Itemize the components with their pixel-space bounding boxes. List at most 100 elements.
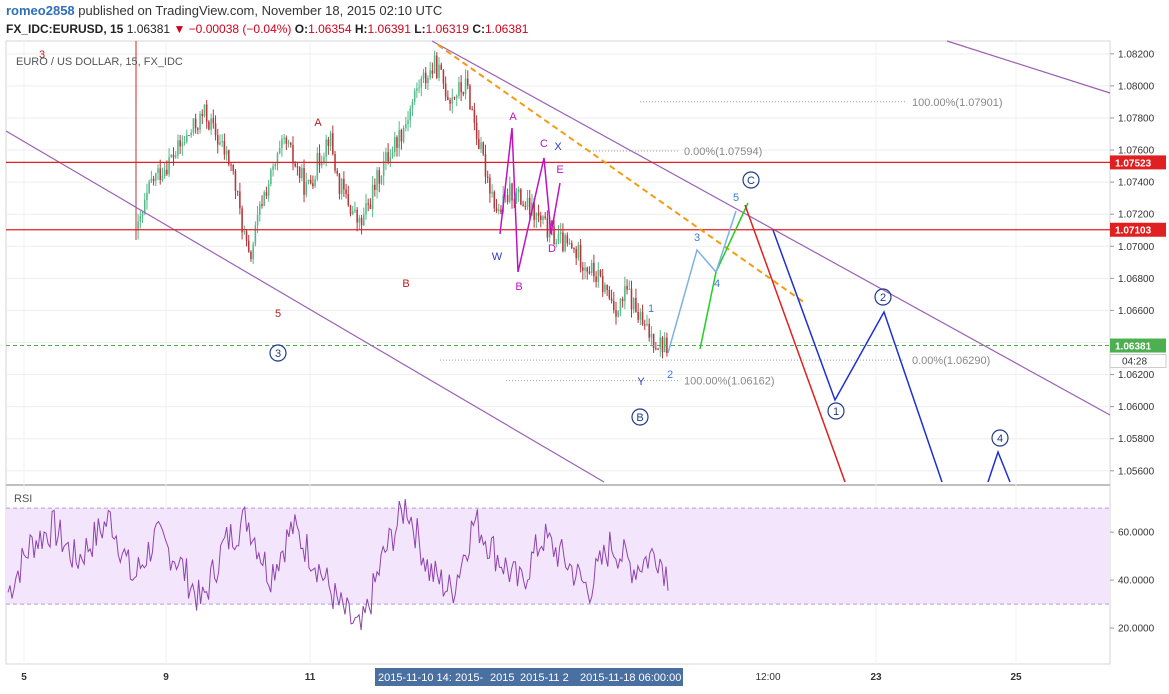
candle-body — [544, 216, 546, 218]
candle-body — [440, 64, 442, 70]
candle-body — [356, 209, 358, 223]
candle-body — [148, 181, 150, 193]
wave-label-magenta: W — [492, 251, 503, 263]
candle-body — [152, 178, 155, 181]
wave-label-blue: 3 — [694, 232, 700, 244]
candle-body — [517, 189, 520, 193]
x-tick-label: 12:00 — [755, 672, 780, 683]
candle-body — [462, 92, 465, 95]
candle-body — [420, 78, 423, 88]
candle-body — [429, 70, 431, 78]
candle-body — [385, 152, 387, 162]
candle-body — [411, 101, 414, 109]
candle-body — [254, 225, 257, 245]
candle-body — [214, 123, 217, 136]
candle-body — [312, 183, 314, 187]
candle-body — [535, 212, 538, 221]
candle-body — [624, 286, 626, 302]
candle-body — [540, 215, 542, 221]
candle-body — [405, 124, 407, 128]
candle-body — [608, 289, 611, 299]
candle-body — [188, 135, 190, 137]
candle-body — [546, 217, 549, 238]
wave-label-red: B — [402, 278, 409, 290]
wave-label-blue: 2 — [667, 369, 673, 381]
x-tick-label: 9 — [163, 672, 169, 683]
candle-body — [382, 161, 385, 176]
candle-body — [270, 169, 272, 185]
candle-body — [303, 167, 305, 195]
circled-wave-label: B — [636, 412, 643, 424]
rsi-y-tick-label: 20.0000 — [1118, 624, 1155, 635]
candle-body — [588, 271, 591, 274]
candle-body — [179, 140, 181, 147]
candle-body — [604, 284, 606, 292]
candle-body — [168, 157, 170, 175]
candle-body — [170, 154, 173, 158]
candle-body — [285, 137, 288, 144]
candle-body — [323, 156, 325, 163]
candle-body — [371, 184, 374, 210]
candle-body — [343, 178, 345, 190]
candle-body — [610, 298, 613, 301]
wave-label-magenta: C — [540, 138, 548, 150]
candle-body — [387, 152, 389, 162]
candle-body — [586, 267, 589, 272]
candle-body — [349, 205, 352, 215]
wave-label-red: A — [314, 117, 322, 129]
rsi-title: RSI — [14, 493, 32, 505]
x-tick-label: 23 — [870, 672, 882, 683]
candle-body — [243, 231, 246, 233]
candle-body — [265, 192, 268, 196]
candle-body — [400, 129, 403, 142]
projection-green — [699, 202, 749, 350]
candle-body — [444, 83, 447, 97]
candle-body — [296, 166, 299, 168]
candle-body — [272, 166, 274, 170]
candle-body — [486, 176, 489, 178]
y-tick-label: 1.08200 — [1118, 49, 1155, 60]
candle-body — [449, 100, 451, 104]
candle-body — [259, 204, 261, 216]
candle-body — [398, 129, 400, 148]
candle-body — [515, 192, 518, 201]
projection-lightblue — [667, 248, 717, 354]
candle-body — [183, 141, 186, 143]
candle-body — [431, 70, 434, 74]
candle-body — [584, 267, 586, 271]
candle-body — [203, 104, 206, 117]
candle-body — [172, 154, 175, 158]
candle-body — [520, 189, 522, 205]
crosshair-date-label: 2015-11-18 06:00:00 — [580, 672, 681, 684]
candle-body — [230, 164, 232, 166]
candle-body — [210, 118, 212, 130]
y-tick-label: 1.07400 — [1118, 178, 1155, 189]
candle-body — [407, 120, 409, 125]
candle-body — [464, 78, 467, 95]
candle-body — [194, 118, 197, 129]
candle-body — [391, 152, 394, 158]
x-tick-label: 5 — [21, 672, 27, 683]
candle-body — [648, 324, 650, 338]
current-price-tag-label: 1.06381 — [1115, 342, 1152, 353]
candle-body — [190, 132, 192, 136]
candle-body — [223, 141, 226, 155]
candle-body — [263, 192, 265, 206]
circled-wave-label: 1 — [833, 406, 839, 418]
wave-label-magenta: D — [548, 243, 556, 255]
candle-body — [163, 169, 166, 177]
wave-label-magenta: A — [509, 111, 517, 123]
candle-body — [307, 179, 310, 182]
chart-area[interactable]: RSI 100.00%(1.07901) 0.00%(1.07594) 0.00%(… — [0, 0, 1169, 694]
candle-body — [197, 128, 199, 130]
candle-body — [332, 133, 334, 155]
candle-body — [590, 262, 593, 274]
candle-body — [396, 137, 398, 148]
circled-wave-label: C — [747, 175, 755, 187]
chart-title: EURO / US DOLLAR, 15, FX_IDC — [16, 56, 183, 68]
candle-body — [177, 140, 179, 156]
candle-body — [506, 195, 509, 202]
candle-body — [615, 309, 617, 317]
candle-body — [363, 214, 365, 226]
candle-body — [141, 212, 144, 217]
